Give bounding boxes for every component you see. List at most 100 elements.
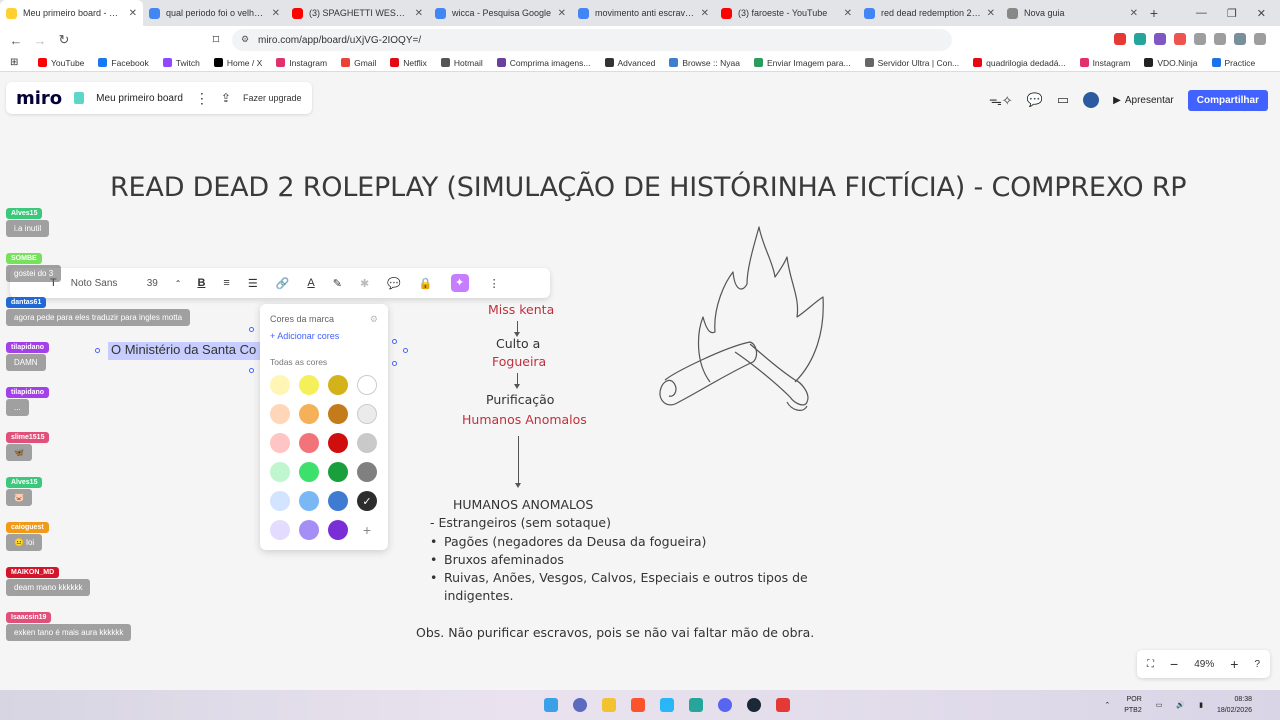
zoom-level[interactable]: 49% xyxy=(1194,659,1214,670)
color-swatch-selected[interactable]: ✓ xyxy=(357,491,377,511)
color-swatch[interactable] xyxy=(357,404,377,424)
extension-icon[interactable] xyxy=(1134,33,1146,45)
tab-close-icon[interactable]: ✕ xyxy=(129,8,137,19)
bookmark-item[interactable]: Enviar Imagem para... xyxy=(753,58,851,68)
color-swatch[interactable] xyxy=(328,375,348,395)
bookmark-item[interactable]: quadrilogia dedadá... xyxy=(973,58,1066,68)
tab-close-icon[interactable]: ✕ xyxy=(272,8,280,19)
align-icon[interactable]: ≡ xyxy=(223,277,229,289)
selection-handle[interactable] xyxy=(249,368,254,373)
campfire-drawing[interactable] xyxy=(655,222,835,422)
site-info-icon[interactable]: ⚙ xyxy=(241,34,249,45)
selection-handle[interactable] xyxy=(249,327,254,332)
tab-close-icon[interactable]: ✕ xyxy=(844,8,852,19)
more-options-icon[interactable]: ⋮ xyxy=(195,90,209,107)
tab-close-icon[interactable]: ✕ xyxy=(1130,8,1138,19)
bookmark-item[interactable]: Home / X xyxy=(213,58,262,68)
color-swatch[interactable] xyxy=(328,520,348,540)
present-button[interactable]: ▶ Apresentar xyxy=(1113,95,1174,106)
tab-close-icon[interactable]: ✕ xyxy=(558,8,566,19)
help-icon[interactable]: ? xyxy=(1254,659,1260,670)
browser-tab[interactable]: movimento anti escravista - Pe ✕ xyxy=(572,0,715,26)
bookmark-icon[interactable]: ⌑ xyxy=(206,32,226,48)
new-tab-icon[interactable]: + xyxy=(1144,5,1164,21)
bold-icon[interactable]: B xyxy=(197,277,205,289)
selected-text-block[interactable]: O Ministério da Santa Co xyxy=(108,342,260,360)
sidebar-icon[interactable] xyxy=(1214,33,1226,45)
color-swatch[interactable] xyxy=(328,491,348,511)
battery-icon[interactable]: ▮ xyxy=(1199,701,1203,709)
bookmark-item[interactable]: Facebook xyxy=(98,58,149,68)
board-title[interactable]: READ DEAD 2 ROLEPLAY (SIMULAÇÃO DE HISTÓ… xyxy=(110,172,1187,203)
fit-screen-icon[interactable]: ⛶ xyxy=(1147,659,1154,670)
color-swatch[interactable] xyxy=(270,433,290,453)
color-swatch[interactable] xyxy=(270,404,290,424)
bookmark-item[interactable]: Hotmail xyxy=(440,58,483,68)
highlight-icon[interactable]: ✎ xyxy=(333,277,342,290)
app-icon[interactable] xyxy=(689,698,703,712)
forward-icon[interactable]: → xyxy=(30,33,50,48)
extensions-puzzle-icon[interactable] xyxy=(1194,33,1206,45)
list-icon[interactable]: ☰ xyxy=(248,277,258,290)
extension-icon[interactable] xyxy=(1174,33,1186,45)
browser-tab[interactable]: Meu primeiro board - Miro ✕ xyxy=(0,0,143,26)
tab-close-icon[interactable]: ✕ xyxy=(415,8,423,19)
browser-tab[interactable]: (3) faroeste - YouTube ✕ xyxy=(715,0,858,26)
bookmark-item[interactable]: Gmail xyxy=(341,58,376,68)
more-options-icon[interactable]: ⋮ xyxy=(489,277,500,290)
color-swatch[interactable] xyxy=(299,433,319,453)
font-select[interactable]: Noto Sans xyxy=(71,278,139,289)
url-input[interactable]: ⚙ miro.com/app/board/uXjVG-2IOQY=/ xyxy=(232,29,952,51)
flow-node-humanos[interactable]: Humanos Anomalos xyxy=(462,412,587,427)
bookmark-item[interactable]: Instagram xyxy=(276,58,327,68)
share-button[interactable]: Compartilhar xyxy=(1187,89,1268,111)
bookmark-item[interactable]: Advanced xyxy=(604,58,655,68)
color-swatch[interactable] xyxy=(270,375,290,395)
search-icon[interactable] xyxy=(573,698,587,712)
flow-node-fogueira[interactable]: Fogueira xyxy=(492,354,546,369)
close-window-icon[interactable]: ✕ xyxy=(1257,7,1266,20)
app-icon[interactable] xyxy=(660,698,674,712)
color-swatch[interactable] xyxy=(328,462,348,482)
color-swatch[interactable] xyxy=(299,491,319,511)
browser-tab[interactable]: Nova guia ✕ xyxy=(1001,0,1144,26)
color-swatch[interactable] xyxy=(270,462,290,482)
fill-icon[interactable]: ✱ xyxy=(360,277,369,290)
tab-close-icon[interactable]: ✕ xyxy=(701,8,709,19)
brave-icon[interactable] xyxy=(631,698,645,712)
bookmark-item[interactable]: Servidor Ultra | Con... xyxy=(864,58,959,68)
clock[interactable]: 08:38 18/02/2026 xyxy=(1217,694,1252,716)
bookmark-item[interactable]: YouTube xyxy=(38,58,84,68)
bookmark-item[interactable]: Netflix xyxy=(390,58,427,68)
tray-chevron-icon[interactable]: ⌃ xyxy=(1104,701,1110,709)
browser-tab[interactable]: wicca - Pesquisa Google ✕ xyxy=(429,0,572,26)
volume-icon[interactable]: 🔊 xyxy=(1176,701,1185,709)
apps-grid-icon[interactable]: ⊞ xyxy=(10,57,18,68)
ai-assist-icon[interactable]: ✦ xyxy=(450,274,469,292)
color-swatch[interactable] xyxy=(299,375,319,395)
flow-node-purificacao[interactable]: Purificação xyxy=(486,392,554,407)
color-swatch[interactable] xyxy=(299,462,319,482)
browser-tab[interactable]: red dead redemption 2 ritual ✕ xyxy=(858,0,1001,26)
comments-icon[interactable]: 💬 xyxy=(1027,92,1043,108)
browser-tab[interactable]: qual periodo foi o velho oeste ✕ xyxy=(143,0,286,26)
maximize-icon[interactable]: ❐ xyxy=(1227,7,1237,20)
discord-icon[interactable] xyxy=(718,698,732,712)
export-icon[interactable]: ⇪ xyxy=(221,91,231,105)
obs-note[interactable]: Obs. Não purificar escravos, pois se não… xyxy=(416,625,814,640)
bookmark-item[interactable]: Browse :: Nyaa xyxy=(669,58,740,68)
color-swatch[interactable] xyxy=(357,375,377,395)
add-colors-link[interactable]: + Adicionar cores xyxy=(270,331,378,341)
selection-handle[interactable] xyxy=(392,339,397,344)
bookmark-item[interactable]: Comprima imagens... xyxy=(496,58,591,68)
zoom-out-icon[interactable]: − xyxy=(1170,656,1178,672)
bookmark-item[interactable]: VDO.Ninja xyxy=(1144,58,1198,68)
reload-icon[interactable]: ↻ xyxy=(54,32,74,48)
settings-icon[interactable]: ⚙ xyxy=(370,314,378,325)
color-swatch[interactable] xyxy=(328,404,348,424)
network-icon[interactable]: ▭ xyxy=(1156,701,1163,709)
selection-handle[interactable] xyxy=(95,348,100,353)
font-size-stepper-icon[interactable]: ⌃ xyxy=(175,279,182,288)
minimize-icon[interactable]: — xyxy=(1196,7,1207,19)
color-swatch[interactable] xyxy=(357,462,377,482)
